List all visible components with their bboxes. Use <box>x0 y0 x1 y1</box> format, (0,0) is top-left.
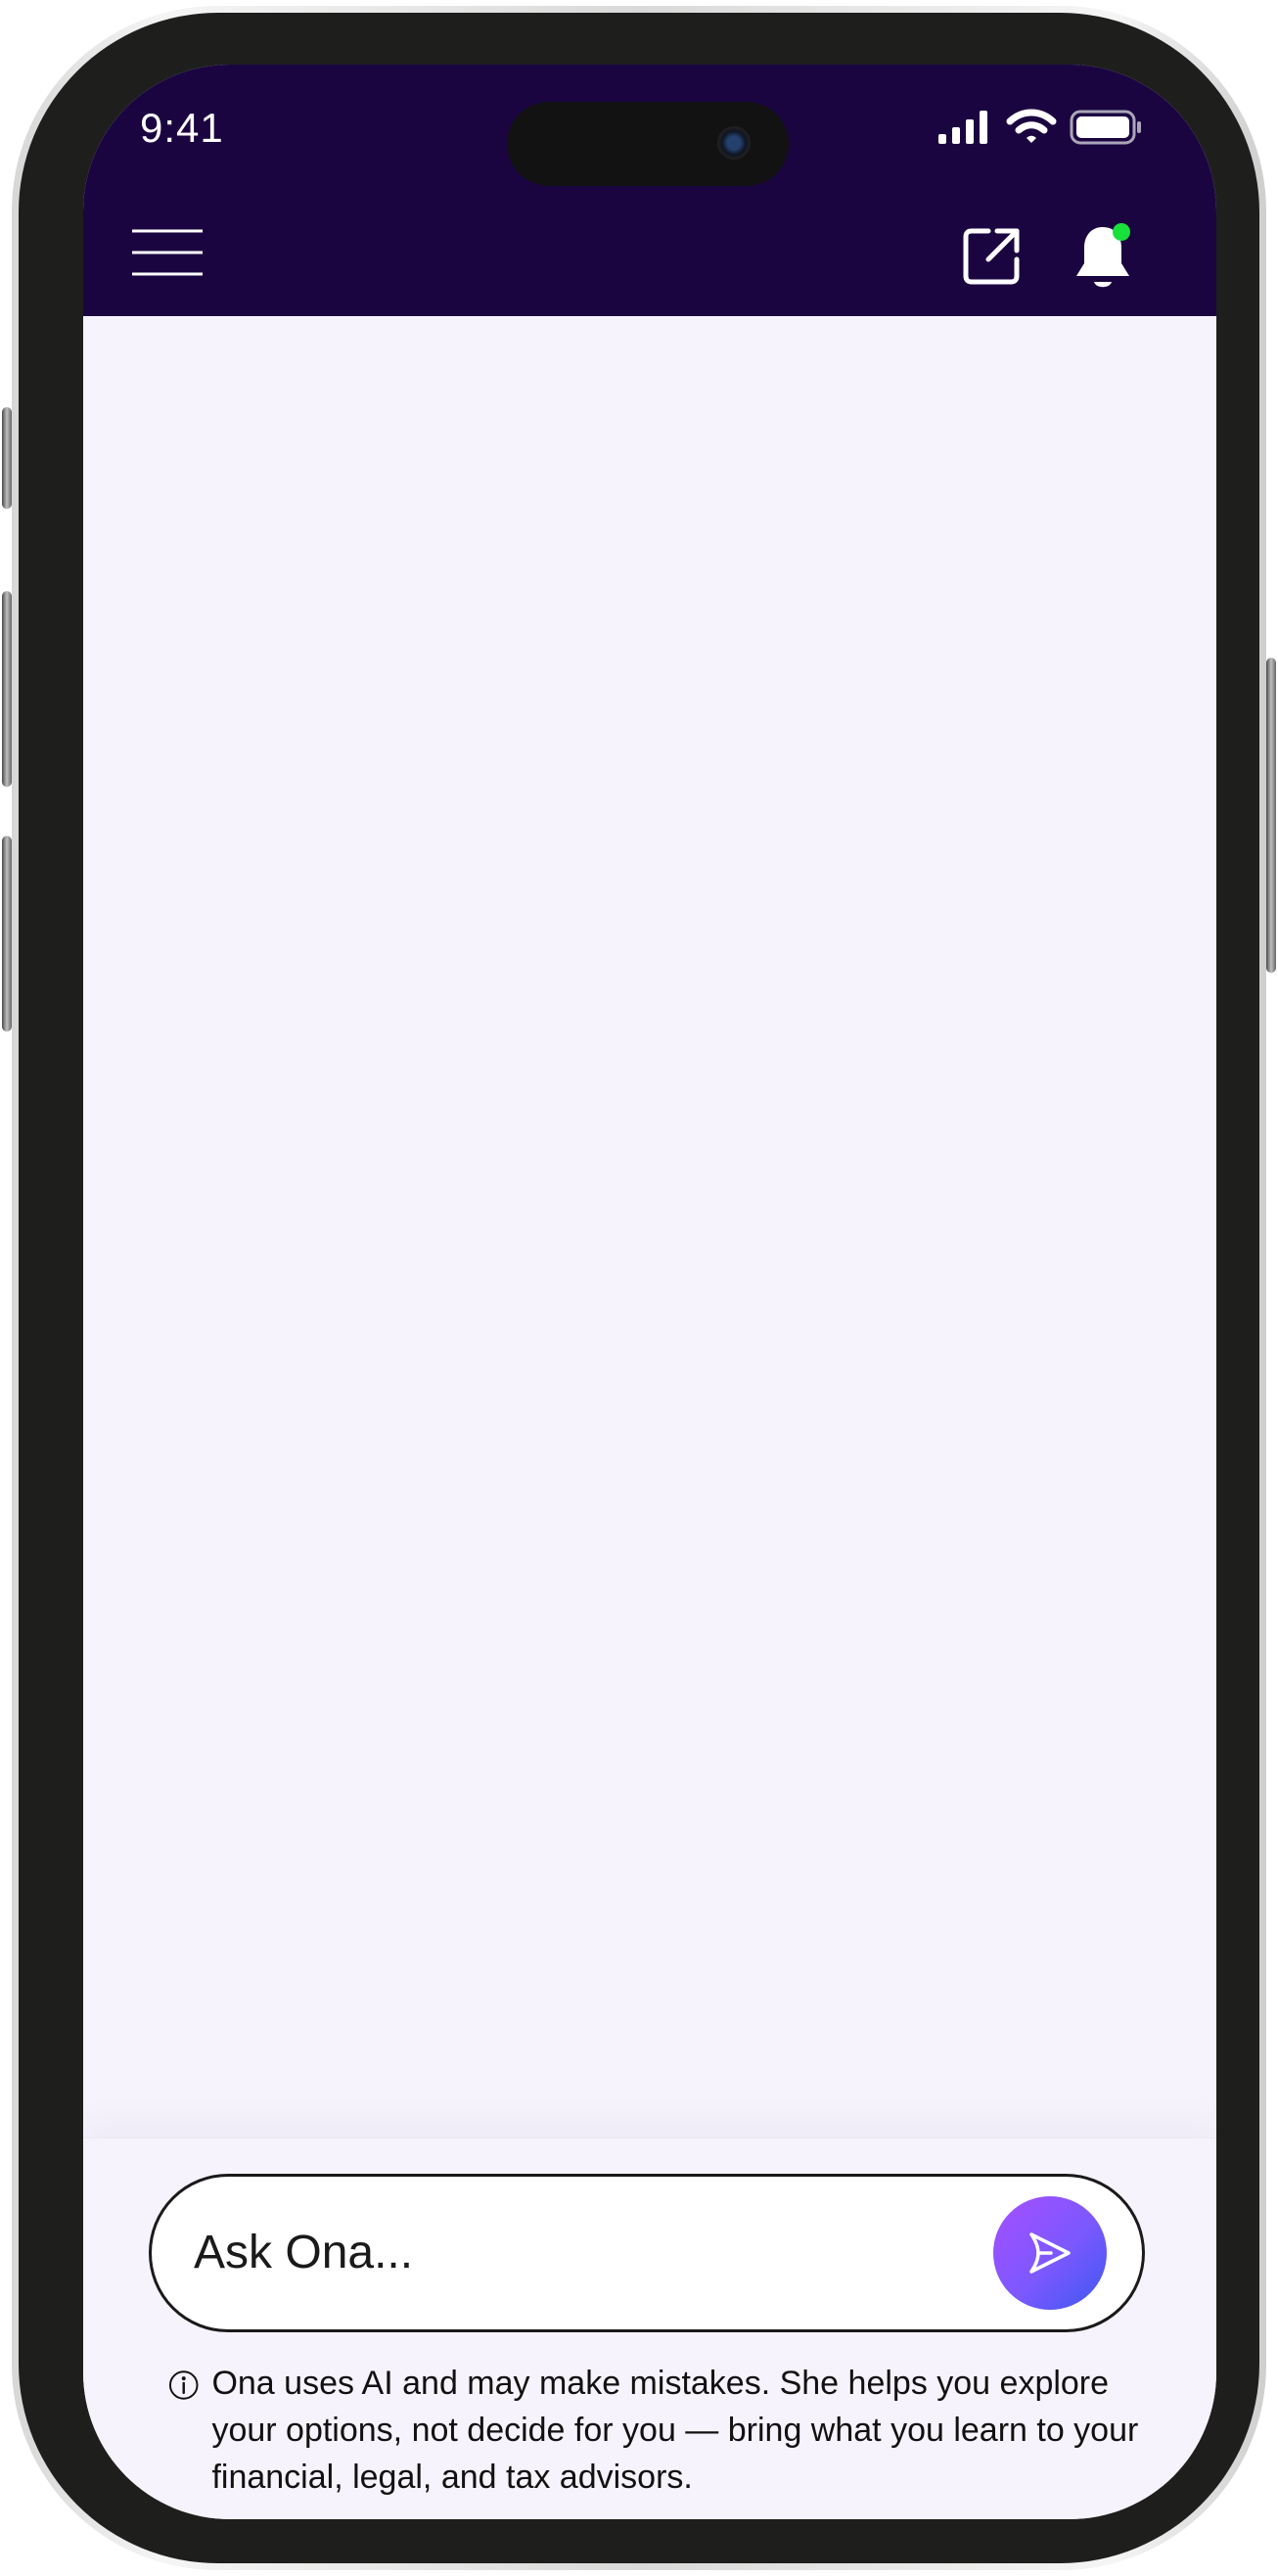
action-button <box>2 407 12 509</box>
notifications-button[interactable] <box>1060 213 1146 299</box>
volume-down-button <box>2 836 12 1032</box>
send-button[interactable] <box>993 2196 1107 2310</box>
battery-icon <box>1070 110 1141 145</box>
send-arrow-icon <box>1029 2232 1071 2274</box>
front-camera-icon <box>717 126 751 160</box>
chat-message-area[interactable] <box>83 316 1216 2078</box>
app-header: 9:41 <box>83 65 1216 316</box>
chat-input-container[interactable] <box>149 2174 1145 2332</box>
external-link-icon <box>963 228 1020 285</box>
phone-device-frame: 9:41 Ask Ona... Ona uses AI and may make… <box>2 6 1276 2570</box>
share-button[interactable] <box>948 213 1034 299</box>
menu-button[interactable] <box>113 213 222 292</box>
status-time: 9:41 <box>140 105 224 151</box>
hamburger-menu-icon <box>132 229 203 276</box>
disclaimer-text: Ona uses AI and may make mistakes. She h… <box>211 2365 1139 2496</box>
power-button <box>1266 658 1276 973</box>
cellular-signal-icon <box>938 111 987 144</box>
dynamic-island <box>507 102 789 186</box>
status-icons <box>936 106 1144 149</box>
volume-up-button <box>2 591 12 787</box>
notification-dot <box>1113 223 1130 241</box>
chat-input[interactable] <box>194 2210 957 2294</box>
info-icon <box>168 2370 199 2400</box>
wifi-icon <box>1006 109 1057 143</box>
ai-disclaimer: Ona uses AI and may make mistakes. She h… <box>167 2360 1146 2501</box>
phone-screen: 9:41 Ask Ona... Ona uses AI and may make… <box>83 65 1216 2519</box>
bell-icon <box>1076 223 1130 288</box>
chat-composer-panel: Ona uses AI and may make mistakes. She h… <box>83 2138 1216 2519</box>
